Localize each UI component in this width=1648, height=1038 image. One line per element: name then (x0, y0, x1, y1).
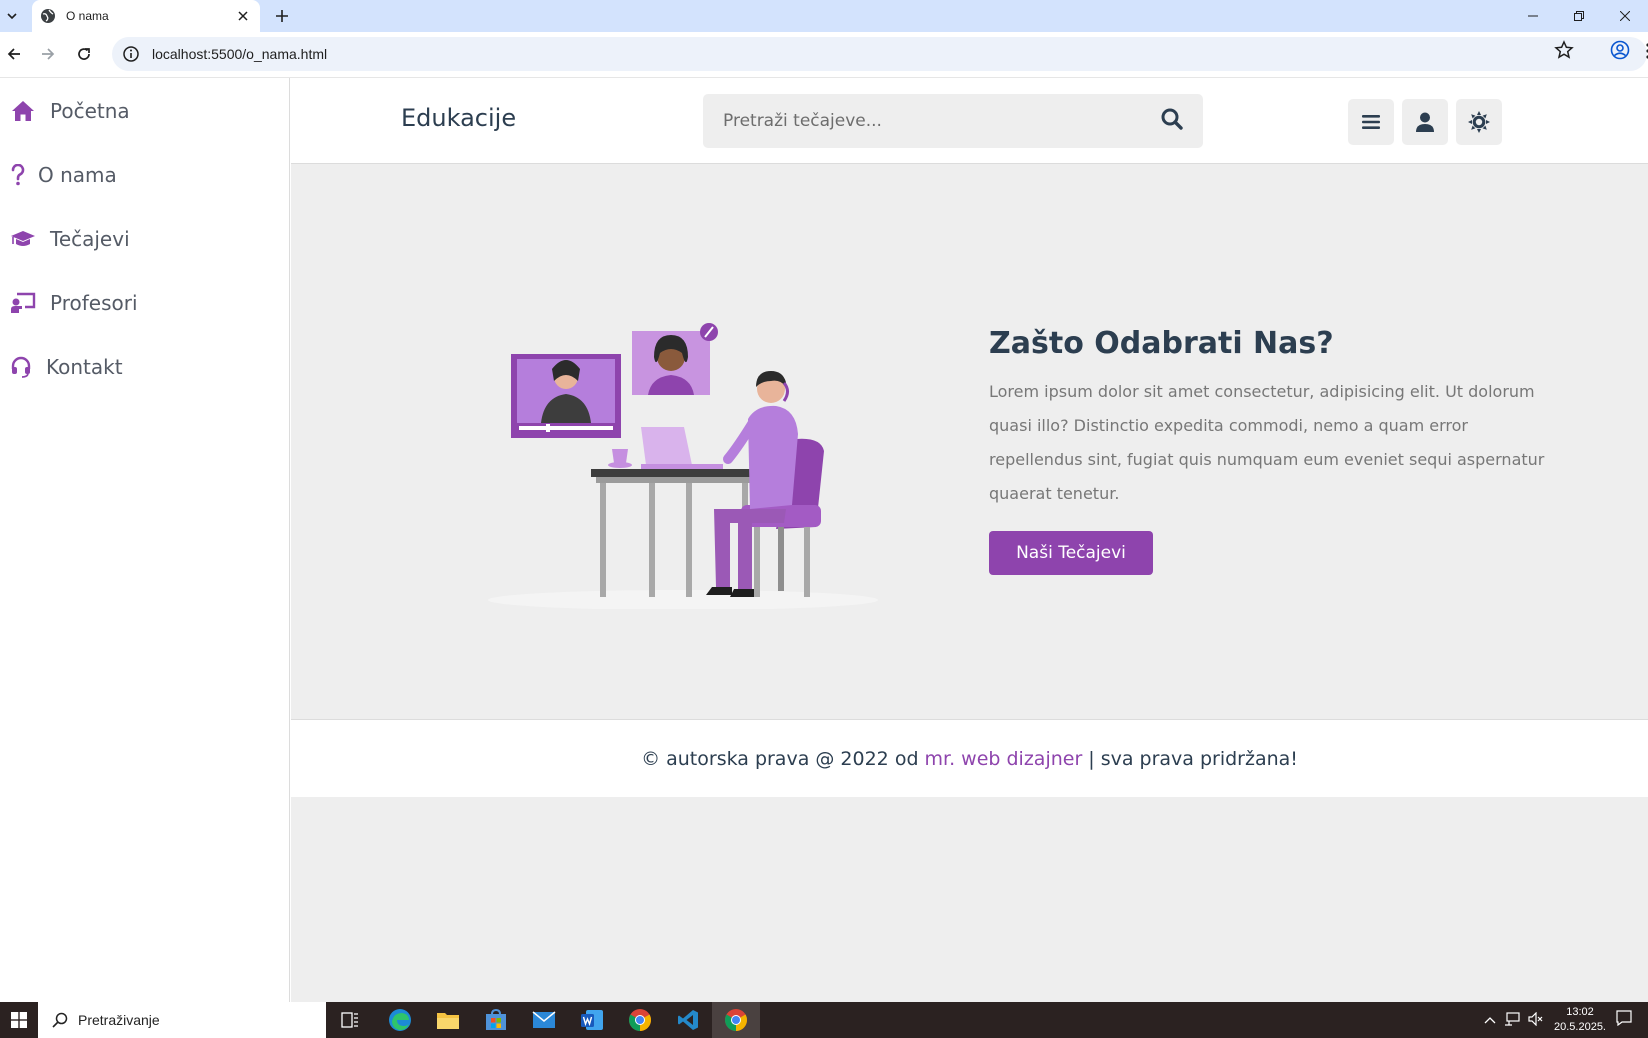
url-text[interactable]: localhost:5500/o_nama.html (152, 46, 1647, 62)
close-window-icon[interactable] (1602, 0, 1648, 32)
window-controls (1510, 0, 1648, 32)
browser-toolbar: localhost:5500/o_nama.html (0, 32, 1648, 78)
sun-icon (1468, 111, 1490, 133)
close-tab-icon[interactable] (234, 7, 252, 25)
sidebar-item-kontakt[interactable]: Kontakt (0, 342, 290, 392)
browser-menu-icon[interactable] (1640, 41, 1648, 61)
search-icon[interactable] (1161, 108, 1183, 134)
sidebar-item-pocetna[interactable]: Početna (0, 86, 290, 136)
headset-icon (10, 354, 32, 380)
sidebar-item-label: O nama (38, 163, 117, 187)
clock-date: 20.5.2025. (1554, 1021, 1606, 1033)
mail-icon[interactable] (520, 1002, 568, 1038)
sidebar-item-label: Profesori (50, 291, 138, 315)
footer-rights: | sva prava pridržana! (1088, 747, 1298, 770)
tab-search-chevron-icon[interactable] (0, 0, 24, 32)
taskbar: Pretraživanje 13:02 20.5.2025. (0, 1002, 1648, 1038)
word-icon[interactable] (568, 1002, 616, 1038)
taskbar-search[interactable]: Pretraživanje (38, 1002, 326, 1038)
volume-muted-icon[interactable] (1528, 1011, 1544, 1030)
restore-icon[interactable] (1556, 0, 1602, 32)
file-explorer-icon[interactable] (424, 1002, 472, 1038)
menu-button[interactable] (1348, 99, 1394, 145)
login-button[interactable] (1402, 99, 1448, 145)
courses-button[interactable]: Naši Tečajevi (989, 531, 1153, 575)
section-heading: Zašto Odabrati Nas? (989, 326, 1334, 361)
sidebar-item-tecajevi[interactable]: Tečajevi (0, 214, 290, 264)
chalkboard-teacher-icon (10, 290, 36, 316)
edge-icon[interactable] (376, 1002, 424, 1038)
search-form (703, 94, 1203, 148)
taskbar-clock[interactable]: 13:02 20.5.2025. (1554, 1005, 1606, 1035)
vscode-icon[interactable] (664, 1002, 712, 1038)
network-icon[interactable] (1504, 1011, 1520, 1030)
question-icon (10, 162, 26, 188)
sidebar-item-o-nama[interactable]: O nama (0, 150, 290, 200)
section-paragraph: Lorem ipsum dolor sit amet consectetur, … (989, 382, 1545, 503)
footer-copyright: © autorska prava @ 2022 od (641, 747, 919, 770)
chevron-up-icon[interactable] (1484, 1011, 1496, 1030)
bars-icon (1362, 115, 1380, 129)
page-footer: © autorska prava @ 2022 od mr. web dizaj… (291, 719, 1648, 797)
address-bar[interactable]: localhost:5500/o_nama.html (112, 37, 1647, 71)
chrome-active-icon[interactable] (712, 1002, 760, 1038)
minimize-icon[interactable] (1510, 0, 1556, 32)
home-icon (10, 98, 36, 124)
user-icon (1416, 112, 1434, 132)
bookmark-star-icon[interactable] (1554, 40, 1574, 60)
system-tray: 13:02 20.5.2025. (1484, 1002, 1648, 1038)
theme-toggle-button[interactable] (1456, 99, 1502, 145)
back-arrow-icon[interactable] (0, 40, 28, 68)
tab-title: O nama (66, 9, 109, 23)
forward-arrow-icon[interactable] (34, 40, 62, 68)
profile-icon[interactable] (1610, 40, 1630, 60)
footer-brand-link[interactable]: mr. web dizajner (925, 748, 1083, 770)
browser-tab-bar: O nama (0, 0, 1648, 32)
clock-time: 13:02 (1566, 1006, 1594, 1018)
page-header: Edukacije (291, 78, 1648, 164)
about-section: Zašto Odabrati Nas? Lorem ipsum dolor si… (291, 164, 1648, 719)
about-content: Zašto Odabrati Nas? Lorem ipsum dolor si… (989, 326, 1559, 575)
graduation-cap-icon (10, 226, 36, 252)
chrome-icon[interactable] (616, 1002, 664, 1038)
globe-icon (41, 9, 55, 23)
online-learning-illustration (488, 323, 878, 609)
taskbar-search-label: Pretraživanje (78, 1012, 160, 1028)
sidebar-item-label: Početna (50, 99, 130, 123)
browser-tab-active[interactable]: O nama (32, 0, 260, 32)
notifications-icon[interactable] (1616, 1010, 1632, 1030)
new-tab-icon[interactable] (270, 4, 294, 28)
task-view-icon[interactable] (326, 1002, 374, 1038)
store-icon[interactable] (472, 1002, 520, 1038)
sidebar: Početna O nama Tečajevi Profesori Kontak… (0, 78, 290, 1002)
windows-start-icon[interactable] (0, 1002, 38, 1038)
logo[interactable]: Edukacije (401, 104, 516, 132)
search-input[interactable] (723, 111, 1161, 131)
sidebar-item-profesori[interactable]: Profesori (0, 278, 290, 328)
sidebar-item-label: Kontakt (46, 355, 123, 379)
page-background (291, 797, 1648, 1002)
reload-icon[interactable] (70, 40, 98, 68)
search-icon (52, 1012, 68, 1028)
sidebar-item-label: Tečajevi (50, 227, 130, 251)
site-info-icon[interactable] (122, 45, 140, 63)
